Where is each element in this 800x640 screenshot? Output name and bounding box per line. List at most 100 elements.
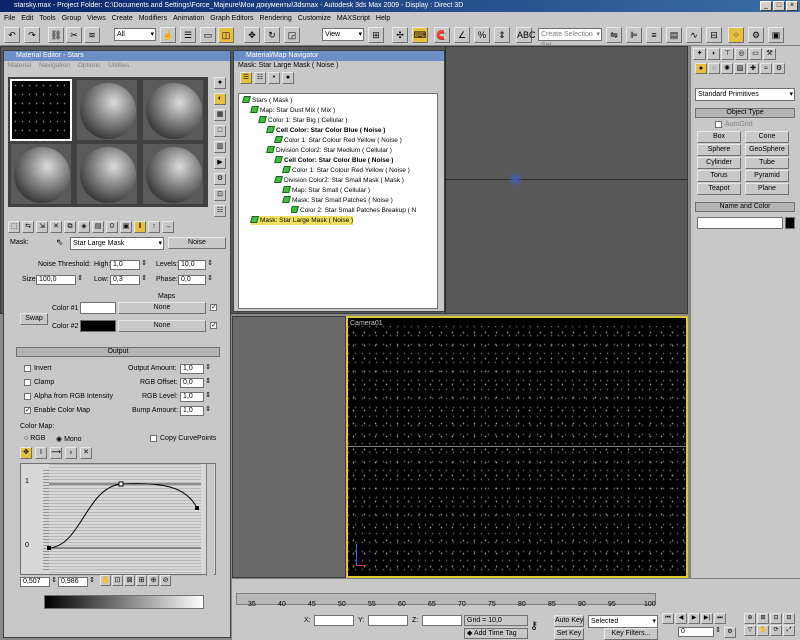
- me-menu-utilities[interactable]: Utilities: [108, 61, 129, 71]
- menu-maxscript[interactable]: MAXScript: [337, 15, 370, 22]
- modify-tab-icon[interactable]: ◗: [707, 48, 720, 60]
- menu-file[interactable]: File: [4, 15, 15, 22]
- menu-views[interactable]: Views: [87, 15, 106, 22]
- menu-tools[interactable]: Tools: [39, 15, 55, 22]
- low-spinner[interactable]: 0,3: [110, 275, 147, 285]
- tree-item[interactable]: Color 2: Star Small Patches Breakup ( N: [291, 206, 416, 215]
- material-effects-channel-icon[interactable]: 0: [106, 221, 118, 233]
- torus-button[interactable]: Torus: [697, 170, 741, 182]
- sample-slot[interactable]: [76, 79, 138, 141]
- sample-slot-stars[interactable]: [10, 79, 72, 141]
- enable-color-map-checkbox[interactable]: ✓: [24, 407, 31, 414]
- object-type-rollout[interactable]: Object Type: [695, 108, 795, 118]
- reset-curves-icon[interactable]: ♁: [65, 447, 77, 459]
- time-configuration-icon[interactable]: ⚙: [724, 627, 736, 638]
- delete-point-icon[interactable]: ✕: [80, 447, 92, 459]
- invert-checkbox[interactable]: [24, 365, 31, 372]
- cameras-icon[interactable]: ▨: [734, 63, 746, 74]
- y-coord-field[interactable]: [368, 615, 408, 626]
- view-large-icons-icon[interactable]: ●: [282, 72, 294, 84]
- maximize-button[interactable]: □: [773, 1, 785, 11]
- menu-help[interactable]: Help: [376, 15, 390, 22]
- orbit-icon[interactable]: ⟳: [770, 625, 782, 636]
- assign-material-icon[interactable]: ⇲: [36, 221, 48, 233]
- color1-map-button[interactable]: None: [118, 302, 206, 314]
- schematic-view-icon[interactable]: ⊟: [706, 27, 722, 43]
- color1-swatch[interactable]: [80, 302, 116, 314]
- mirror-icon[interactable]: ⇋: [606, 27, 622, 43]
- link-icon[interactable]: ⛓: [48, 27, 64, 43]
- select-by-name-icon[interactable]: ☰: [180, 27, 196, 43]
- get-material-icon[interactable]: ⬚: [8, 221, 20, 233]
- minimize-button[interactable]: _: [760, 1, 772, 11]
- tree-item[interactable]: Map: Star Small ( Cellular ): [282, 186, 370, 195]
- menu-edit[interactable]: Edit: [21, 15, 33, 22]
- navigator-tree[interactable]: Stars ( Mask ) Map: Star Dust Mix ( Mix …: [238, 93, 438, 309]
- rgb-level-spinner[interactable]: 1,0: [180, 392, 211, 402]
- zoom-extents-icon[interactable]: ⊡: [112, 575, 123, 586]
- sample-slot[interactable]: [142, 79, 204, 141]
- track-bar[interactable]: [236, 593, 656, 605]
- menu-animation[interactable]: Animation: [173, 15, 204, 22]
- select-scale-icon[interactable]: ◲: [284, 27, 300, 43]
- zoom-extents-icon[interactable]: ⊡: [770, 613, 782, 624]
- tree-item[interactable]: Division Color2: Star Medium ( Cellular …: [266, 146, 392, 155]
- redo-icon[interactable]: ↷: [24, 27, 40, 43]
- field-of-view-icon[interactable]: ▽: [744, 625, 756, 636]
- show-map-in-viewport-icon[interactable]: ▣: [120, 221, 132, 233]
- play-icon[interactable]: ▶: [688, 613, 700, 624]
- bump-amount-spinner[interactable]: 1,0: [180, 406, 211, 416]
- color2-map-checkbox[interactable]: ✓: [210, 322, 217, 329]
- select-rotate-icon[interactable]: ↻: [264, 27, 280, 43]
- mono-radio[interactable]: ◉ Mono: [56, 435, 82, 443]
- tree-item[interactable]: Color 1: Star Colour Red Yellow ( Noise …: [274, 136, 402, 145]
- rgb-radio[interactable]: ○ RGB: [24, 435, 45, 442]
- alpha-from-rgb-checkbox[interactable]: [24, 393, 31, 400]
- material-editor-icon[interactable]: ⁘: [728, 27, 744, 43]
- curve-point[interactable]: [118, 481, 124, 487]
- viewport-left[interactable]: [232, 316, 346, 578]
- align-icon[interactable]: ⊫: [626, 27, 642, 43]
- levels-spinner[interactable]: 10,0: [178, 260, 213, 270]
- box-button[interactable]: Box: [697, 131, 741, 143]
- zoom-icon[interactable]: ⊕: [744, 613, 756, 624]
- zoom-vertical-icon[interactable]: ⊞: [136, 575, 147, 586]
- select-by-material-icon[interactable]: ⊡: [214, 189, 226, 201]
- key-filters-button[interactable]: Key Filters...: [604, 628, 658, 640]
- pan-icon[interactable]: ✋: [100, 575, 111, 586]
- systems-icon[interactable]: ⚙: [773, 63, 785, 74]
- pan-icon[interactable]: ✋: [757, 625, 769, 636]
- go-to-parent-icon[interactable]: ↑: [148, 221, 160, 233]
- tube-button[interactable]: Tube: [745, 157, 789, 169]
- menu-graph-editors[interactable]: Graph Editors: [210, 15, 253, 22]
- snaps-toggle-icon[interactable]: 🧲: [434, 27, 450, 43]
- menu-modifiers[interactable]: Modifiers: [139, 15, 167, 22]
- sphere-button[interactable]: Sphere: [697, 144, 741, 156]
- layer-manager-icon[interactable]: ≡: [646, 27, 662, 43]
- bind-space-warp-icon[interactable]: ≋: [84, 27, 100, 43]
- color2-map-button[interactable]: None: [118, 320, 206, 332]
- close-button[interactable]: ×: [786, 1, 798, 11]
- utilities-tab-icon[interactable]: ⚒: [763, 48, 776, 60]
- zoom-all-icon[interactable]: ⊞: [757, 613, 769, 624]
- rgb-offset-spinner[interactable]: 0,0: [180, 378, 211, 388]
- sample-slot[interactable]: [76, 143, 138, 205]
- key-selection-dropdown[interactable]: Selected: [588, 615, 658, 628]
- object-category-dropdown[interactable]: Standard Primitives: [695, 88, 795, 101]
- curve-y-coord[interactable]: 0,986: [58, 577, 95, 587]
- selection-filter-dropdown[interactable]: All: [114, 28, 156, 41]
- go-forward-sibling-icon[interactable]: →: [162, 221, 174, 233]
- auto-key-button[interactable]: Auto Key: [554, 615, 584, 627]
- menu-group[interactable]: Group: [62, 15, 81, 22]
- phase-spinner[interactable]: 0,0: [178, 275, 213, 285]
- cone-button[interactable]: Cone: [745, 131, 789, 143]
- tree-item[interactable]: Stars ( Mask ): [242, 96, 292, 105]
- set-key-button[interactable]: Set Key: [554, 628, 584, 640]
- reset-map-icon[interactable]: ✕: [50, 221, 62, 233]
- curve-point[interactable]: [47, 546, 51, 550]
- me-menu-options[interactable]: Options: [78, 61, 100, 71]
- curve-x-coord[interactable]: 0,507: [20, 577, 57, 587]
- sample-slot[interactable]: [142, 143, 204, 205]
- view-list-icons-icon[interactable]: ☷: [254, 72, 266, 84]
- zoom-region-icon[interactable]: ⊘: [160, 575, 171, 586]
